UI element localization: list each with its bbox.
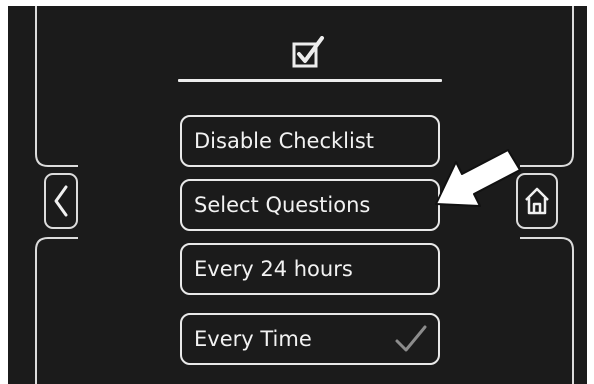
menu-item-label: Select Questions <box>194 193 371 217</box>
checkmark-icon <box>395 325 427 352</box>
back-button[interactable] <box>44 173 78 229</box>
select-questions-button[interactable]: Select Questions <box>180 179 440 231</box>
menu-item-label: Every Time <box>194 327 312 351</box>
white-arrow-icon <box>435 149 521 207</box>
menu-item-label: Every 24 hours <box>194 257 353 281</box>
checkbox-checked-icon <box>292 36 324 68</box>
header-divider <box>178 79 442 82</box>
disable-checklist-button[interactable]: Disable Checklist <box>180 115 440 167</box>
menu-item-label: Disable Checklist <box>194 129 375 153</box>
every-time-button[interactable]: Every Time <box>180 313 440 365</box>
home-button[interactable] <box>516 173 558 229</box>
every-24-hours-button[interactable]: Every 24 hours <box>180 243 440 295</box>
